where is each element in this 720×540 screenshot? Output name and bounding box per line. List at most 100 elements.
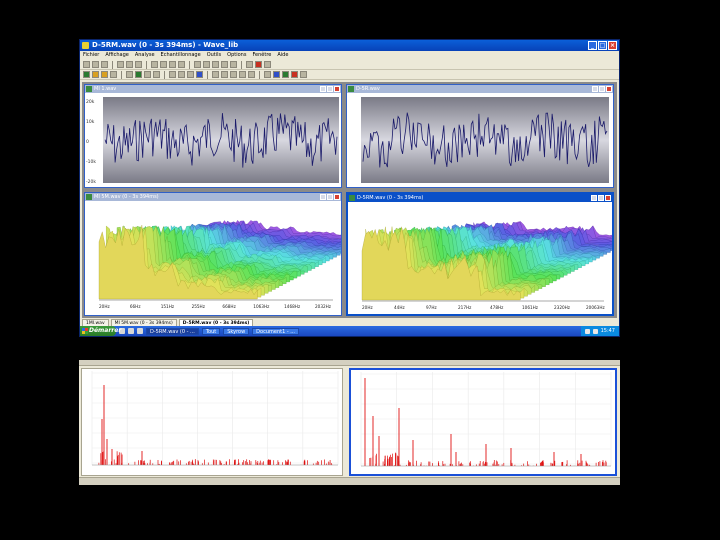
bookmark-icon[interactable] xyxy=(291,71,298,78)
select-all-icon[interactable] xyxy=(169,61,176,68)
spectrum-icon[interactable] xyxy=(178,71,185,78)
taskbar-item[interactable]: Skyrow xyxy=(223,327,250,335)
waveform-right-plot[interactable] xyxy=(347,93,613,187)
menu-fichier[interactable]: Fichier xyxy=(83,51,99,60)
spectrogram-3d-right[interactable]: 20Hz 44Hz 97Hz 217Hz 478Hz 1061Hz 2320Hz 20063H… xyxy=(348,202,612,314)
taskbar-item[interactable]: Tout xyxy=(201,327,221,335)
normalize-icon[interactable] xyxy=(248,71,255,78)
toolbar-separator xyxy=(112,60,113,69)
spectrum-left-plot[interactable] xyxy=(82,369,342,475)
eraser-icon[interactable] xyxy=(221,71,228,78)
settings-icon[interactable] xyxy=(110,71,117,78)
menu-fenetre[interactable]: Fenêtre xyxy=(252,51,271,60)
taskbar: Démarrer D-5RM.wav (0 - ... Tout Skyrow … xyxy=(80,326,619,336)
grid-icon[interactable] xyxy=(169,71,176,78)
stop-icon[interactable] xyxy=(144,71,151,78)
tile-icon[interactable] xyxy=(196,71,203,78)
waveform-window-right[interactable]: D-5R.wav xyxy=(346,84,614,188)
marker-icon[interactable] xyxy=(178,61,185,68)
measure-icon[interactable] xyxy=(239,71,246,78)
open-folder-icon[interactable] xyxy=(92,61,99,68)
redo-icon[interactable] xyxy=(203,61,210,68)
title-bar[interactable]: D-5RM.wav (0 - 3s 394ms) - Wave_lib _ □ … xyxy=(80,40,619,51)
spectrogram-window-left[interactable]: MI 5M.wav (0 - 3s 394ms) 20Hz 66Hz 151Hz 25… xyxy=(84,192,342,316)
filter-icon[interactable] xyxy=(221,61,228,68)
menu-analyse[interactable]: Analyse xyxy=(135,51,155,60)
taskbar-item[interactable]: Document1 - ... xyxy=(252,327,300,335)
waveform-window-left[interactable]: MI 1.wav 20k 10k 0 -10k -20k xyxy=(84,84,342,188)
maximize-button[interactable] xyxy=(327,86,333,92)
minimize-button[interactable] xyxy=(320,194,326,200)
waterfall-icon[interactable] xyxy=(187,71,194,78)
spectrogram-3d-left[interactable]: 20Hz 66Hz 151Hz 255Hz 668Hz 1063Hz 1468Hz 2032H… xyxy=(85,201,341,315)
volume-icon[interactable] xyxy=(592,328,598,334)
rewind-icon[interactable] xyxy=(126,71,133,78)
undo-icon[interactable] xyxy=(194,61,201,68)
close-button[interactable] xyxy=(334,86,340,92)
cut-icon[interactable] xyxy=(117,61,124,68)
child-title-bar[interactable]: MI 1.wav xyxy=(85,85,341,93)
toolbar-separator xyxy=(241,60,242,69)
waveform-right-title: D-5R.wav xyxy=(356,86,380,92)
spectrum-window-right[interactable] xyxy=(349,368,617,476)
amplify-icon[interactable] xyxy=(212,61,219,68)
play-icon[interactable] xyxy=(135,71,142,78)
forward-icon[interactable] xyxy=(153,71,160,78)
minimize-button[interactable] xyxy=(592,86,598,92)
minimize-button[interactable] xyxy=(591,195,597,201)
minimize-button[interactable]: _ xyxy=(588,41,597,50)
zoom-in-icon[interactable] xyxy=(151,61,158,68)
maximize-button[interactable] xyxy=(598,195,604,201)
menu-aide[interactable]: Aide xyxy=(277,51,288,60)
wave-axis-label: 20k xyxy=(86,99,95,105)
pause-icon[interactable] xyxy=(264,61,271,68)
close-button[interactable]: × xyxy=(608,41,617,50)
menu-outils[interactable]: Outils xyxy=(207,51,221,60)
quicklaunch-media-icon[interactable] xyxy=(137,328,143,334)
maximize-button[interactable] xyxy=(599,86,605,92)
paste-icon[interactable] xyxy=(135,61,142,68)
copy-icon[interactable] xyxy=(126,61,133,68)
close-button[interactable] xyxy=(334,194,340,200)
cursor-icon[interactable] xyxy=(230,71,237,78)
palette-icon[interactable] xyxy=(92,71,99,78)
menu-bar: Fichier Affichage Analyse Echantillonnag… xyxy=(80,51,619,60)
network-icon[interactable] xyxy=(584,328,590,334)
help-icon[interactable] xyxy=(300,71,307,78)
start-button[interactable]: Démarrer xyxy=(80,326,121,336)
child-title-bar[interactable]: D-5RM.wav (0 - 3s 394ms) xyxy=(348,194,612,202)
frequency-tick-label: 217Hz xyxy=(458,305,472,310)
frequency-tick-label: 1468Hz xyxy=(284,304,301,309)
taskbar-item[interactable]: D-5RM.wav (0 - ... xyxy=(146,327,199,335)
frequency-tick-label: 20Hz xyxy=(99,304,110,309)
child-title-bar[interactable]: MI 5M.wav (0 - 3s 394ms) xyxy=(85,193,341,201)
spectrogram-window-right[interactable]: D-5RM.wav (0 - 3s 394ms) 20Hz 44Hz 97Hz 217… xyxy=(346,192,614,316)
quicklaunch-desktop-icon[interactable] xyxy=(128,328,134,334)
save-icon[interactable] xyxy=(101,61,108,68)
spectrum-right-plot[interactable] xyxy=(351,370,615,474)
level-icon[interactable] xyxy=(264,71,271,78)
mdi-workspace: MI 1.wav 20k 10k 0 -10k -20k D-5R.wav MI… xyxy=(82,82,617,318)
import-icon[interactable] xyxy=(282,71,289,78)
new-file-icon[interactable] xyxy=(83,61,90,68)
fade-icon[interactable] xyxy=(230,61,237,68)
loop-icon[interactable] xyxy=(246,61,253,68)
maximize-button[interactable] xyxy=(327,194,333,200)
waveform-left-plot[interactable]: 20k 10k 0 -10k -20k xyxy=(85,93,341,187)
close-button[interactable] xyxy=(605,195,611,201)
menu-echantillonnage[interactable]: Echantillonnage xyxy=(161,51,201,60)
child-title-bar[interactable]: D-5R.wav xyxy=(347,85,613,93)
menu-affichage[interactable]: Affichage xyxy=(105,51,129,60)
spectrogram-icon[interactable] xyxy=(83,71,90,78)
maximize-button[interactable]: □ xyxy=(598,41,607,50)
child-controls xyxy=(592,86,612,92)
menu-options[interactable]: Options xyxy=(227,51,246,60)
export-icon[interactable] xyxy=(273,71,280,78)
zoom-out-icon[interactable] xyxy=(160,61,167,68)
spectrum-window-left[interactable] xyxy=(81,368,343,476)
chart-icon[interactable] xyxy=(101,71,108,78)
pencil-icon[interactable] xyxy=(212,71,219,78)
minimize-button[interactable] xyxy=(320,86,326,92)
record-icon[interactable] xyxy=(255,61,262,68)
close-button[interactable] xyxy=(606,86,612,92)
